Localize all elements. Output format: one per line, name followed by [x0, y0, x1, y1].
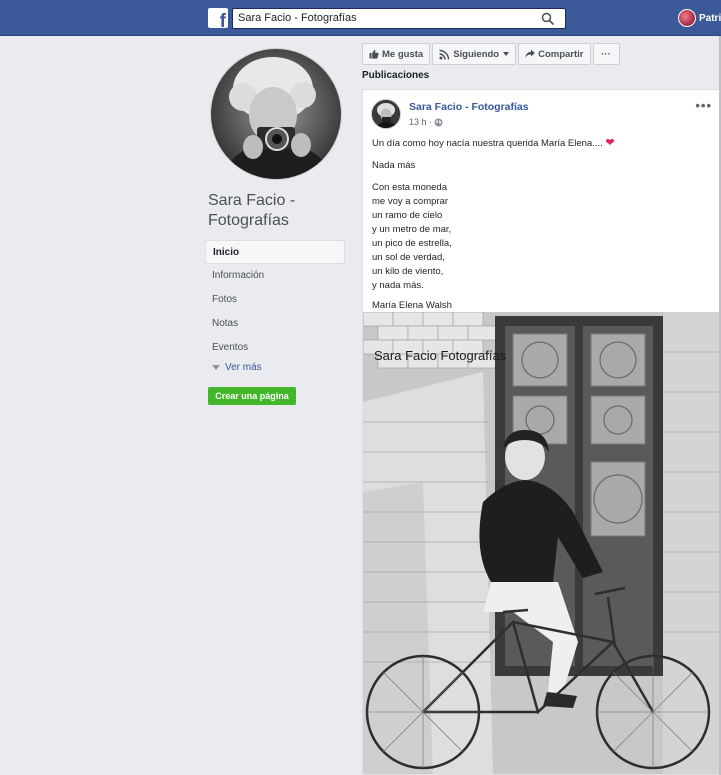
post-author-name[interactable]: Sara Facio - Fotografías — [409, 101, 529, 113]
heart-icon: ❤ — [605, 137, 615, 149]
like-button[interactable]: Me gusta — [362, 43, 431, 65]
poem-line: me voy a comprar — [372, 196, 449, 207]
main-content: Me gusta Siguiendo Compartir ··· Publica… — [353, 36, 721, 775]
search-input[interactable]: Sara Facio - Fotografías — [232, 8, 566, 29]
poem-line: un sol de verdad, — [372, 252, 445, 263]
poem-line: Con esta moneda — [372, 182, 447, 193]
share-arrow-icon — [525, 49, 535, 58]
poem-line: un kilo de viento, — [372, 266, 444, 277]
poem-block: Con esta moneda me voy a comprar un ramo… — [372, 181, 712, 293]
poem-line: un ramo de cielo — [372, 210, 443, 221]
left-sidebar: Sara Facio - Fotografías Inicio Informac… — [0, 36, 353, 775]
search-icon[interactable] — [541, 12, 555, 26]
nav-item-informacion[interactable]: Información — [205, 264, 345, 288]
more-options-button[interactable]: ··· — [592, 43, 620, 65]
user-profile-link[interactable]: Patri — [678, 8, 721, 28]
poem-signature: María Elena Walsh — [372, 300, 452, 311]
poem-line: y nada más. — [372, 280, 424, 291]
post-body: Un día como hoy nacía nuestra querida Ma… — [372, 136, 712, 321]
post-line-2: Nada más — [372, 160, 416, 171]
user-name[interactable]: Patri — [699, 13, 721, 24]
feed-post: Sara Facio - Fotografías 13 h · ••• Un d… — [362, 89, 720, 775]
post-author-avatar[interactable] — [371, 99, 401, 129]
following-button[interactable]: Siguiendo — [432, 43, 517, 65]
thumbs-up-icon — [369, 49, 379, 59]
globe-icon — [434, 118, 443, 126]
post-line-1: Un día como hoy nacía nuestra querida Ma… — [372, 138, 606, 149]
post-options-menu[interactable]: ••• — [695, 98, 712, 113]
page-profile-picture[interactable] — [210, 48, 342, 180]
post-timestamp[interactable]: 13 h · — [409, 117, 443, 127]
photo-illustration — [363, 312, 719, 774]
poem-line: un pico de estrella, — [372, 238, 452, 249]
section-heading: Publicaciones — [362, 70, 430, 81]
share-button[interactable]: Compartir — [518, 43, 591, 65]
author-avatar-image — [372, 100, 400, 128]
post-photo[interactable]: Sara Facio Fotografías — [363, 312, 719, 774]
photo-watermark: Sara Facio Fotografías — [374, 348, 507, 363]
search-input-value[interactable]: Sara Facio - Fotografías — [238, 12, 357, 24]
profile-photo-illustration — [211, 49, 341, 179]
facebook-logo-icon[interactable]: f — [208, 8, 228, 28]
page-navigation: Inicio Información Fotos Notas Eventos — [205, 240, 345, 360]
post-time-text[interactable]: 13 h · — [409, 117, 432, 127]
chevron-down-icon — [212, 365, 220, 370]
nav-item-fotos[interactable]: Fotos — [205, 288, 345, 312]
avatar[interactable] — [678, 9, 696, 27]
following-button-label: Siguiendo — [453, 48, 500, 60]
top-navigation-bar: f Sara Facio - Fotografías Patri — [0, 0, 721, 36]
see-more-label[interactable]: Ver más — [225, 362, 262, 373]
caret-down-icon — [503, 52, 510, 56]
poem-line: y un metro de mar, — [372, 224, 452, 235]
create-page-button[interactable]: Crear una página — [208, 387, 296, 405]
like-button-label: Me gusta — [382, 48, 424, 60]
rss-icon — [439, 49, 450, 60]
nav-item-inicio[interactable]: Inicio — [205, 240, 345, 264]
nav-item-notas[interactable]: Notas — [205, 312, 345, 336]
page-title[interactable]: Sara Facio - Fotografías — [208, 191, 348, 231]
share-button-label: Compartir — [538, 48, 584, 60]
nav-item-eventos[interactable]: Eventos — [205, 336, 345, 360]
see-more-link[interactable]: Ver más — [212, 362, 262, 373]
page-actions-bar: Me gusta Siguiendo Compartir ··· — [362, 43, 620, 65]
